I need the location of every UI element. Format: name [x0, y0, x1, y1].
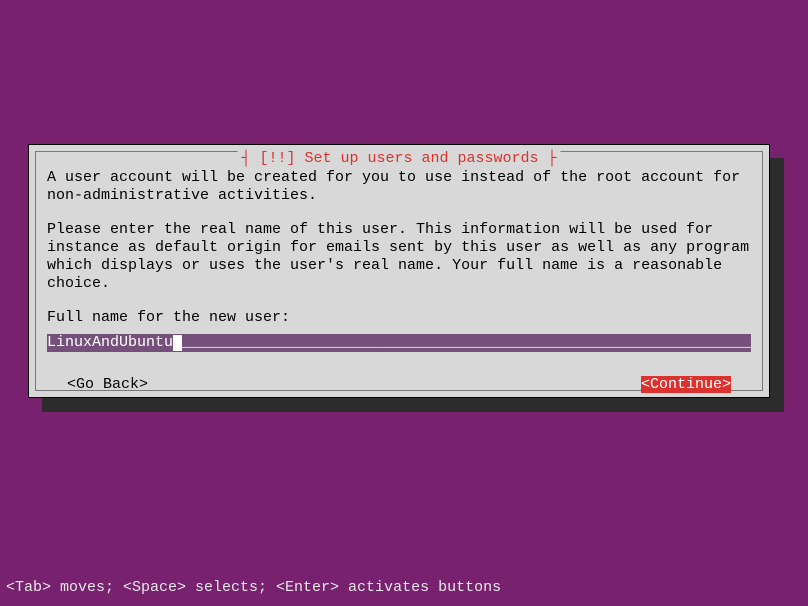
- text-cursor: [173, 335, 182, 351]
- intro-paragraph-2: Please enter the real name of this user.…: [47, 221, 751, 293]
- intro-paragraph-1: A user account will be created for you t…: [47, 169, 751, 205]
- continue-button[interactable]: <Continue>: [641, 376, 731, 393]
- dialog-content: A user account will be created for you t…: [47, 169, 751, 393]
- input-fill: ________________________________________…: [182, 334, 751, 351]
- fullname-input-value: LinuxAndUbuntu: [47, 334, 173, 351]
- fullname-prompt: Full name for the new user:: [47, 309, 751, 326]
- go-back-button[interactable]: <Go Back>: [67, 376, 148, 393]
- buttons-row: <Go Back> <Continue>: [47, 376, 751, 393]
- dialog-title: ┤ [!!] Set up users and passwords ├: [237, 150, 560, 167]
- status-bar: <Tab> moves; <Space> selects; <Enter> ac…: [6, 579, 501, 596]
- setup-users-dialog: ┤ [!!] Set up users and passwords ├ A us…: [28, 144, 770, 398]
- fullname-input[interactable]: LinuxAndUbuntu __________________________…: [47, 334, 751, 352]
